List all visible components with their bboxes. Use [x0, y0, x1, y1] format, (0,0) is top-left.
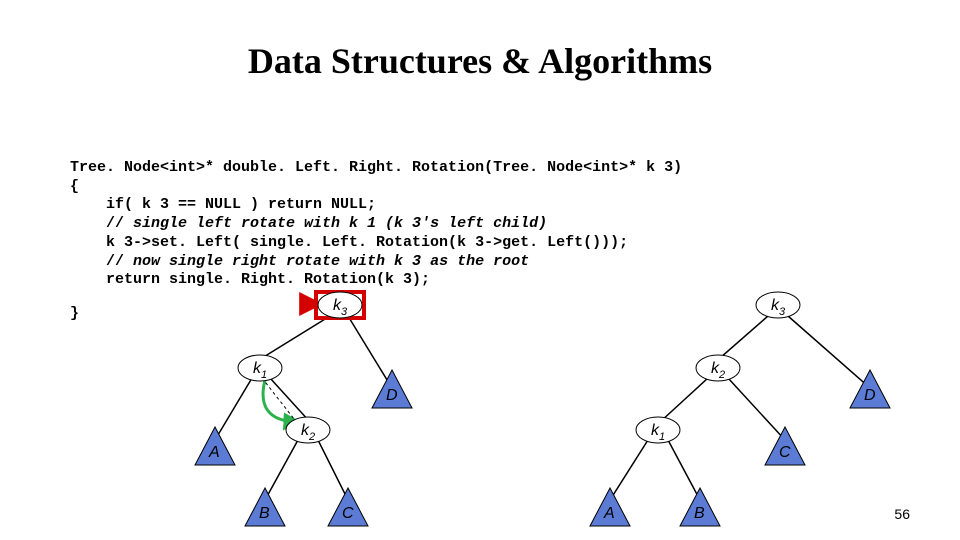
code-line: {	[70, 178, 79, 195]
svg-text:D: D	[864, 387, 876, 404]
svg-text:B: B	[694, 505, 705, 522]
page-number: 56	[894, 506, 910, 522]
code-block: Tree. Node<int>* double. Left. Right. Ro…	[70, 140, 682, 290]
subtree-triangle	[765, 427, 805, 465]
svg-text:C: C	[779, 444, 791, 461]
node-k1-right	[636, 417, 680, 443]
node-k1-left	[238, 355, 282, 381]
node-k3-right	[756, 292, 800, 318]
node-k3-left	[318, 292, 362, 318]
svg-text:A: A	[208, 444, 220, 461]
svg-text:k2: k2	[301, 422, 315, 443]
subtree-triangle	[850, 370, 890, 408]
code-line: if( k 3 == NULL ) return NULL;	[70, 196, 376, 213]
code-line: k 3->set. Left( single. Left. Rotation(k…	[70, 234, 628, 251]
code-line: Tree. Node<int>* double. Left. Right. Ro…	[70, 159, 682, 176]
svg-text:A: A	[603, 505, 615, 522]
svg-text:k1: k1	[651, 422, 665, 443]
svg-text:k2: k2	[711, 360, 725, 381]
code-line: // now single right rotate with k 3 as t…	[70, 253, 529, 270]
subtree-triangle	[372, 370, 412, 408]
subtree-triangle	[680, 488, 720, 526]
svg-text:C: C	[342, 505, 354, 522]
subtree-triangle	[590, 488, 630, 526]
slide-title: Data Structures & Algorithms	[0, 40, 960, 82]
rotation-box-icon	[316, 292, 364, 318]
subtree-triangle	[195, 427, 235, 465]
subtree-triangle	[328, 488, 368, 526]
svg-text:k3: k3	[771, 297, 786, 318]
node-k2-left	[286, 417, 330, 443]
code-closing-brace: }	[70, 305, 79, 324]
code-line: return single. Right. Rotation(k 3);	[70, 271, 430, 288]
svg-text:k1: k1	[253, 360, 267, 381]
svg-text:D: D	[386, 387, 398, 404]
svg-text:B: B	[259, 505, 270, 522]
rotation-arrow-icon	[263, 380, 296, 422]
node-k2-right	[696, 355, 740, 381]
code-line: // single left rotate with k 1 (k 3's le…	[70, 215, 547, 232]
subtree-triangle	[245, 488, 285, 526]
svg-text:k3: k3	[333, 297, 348, 318]
